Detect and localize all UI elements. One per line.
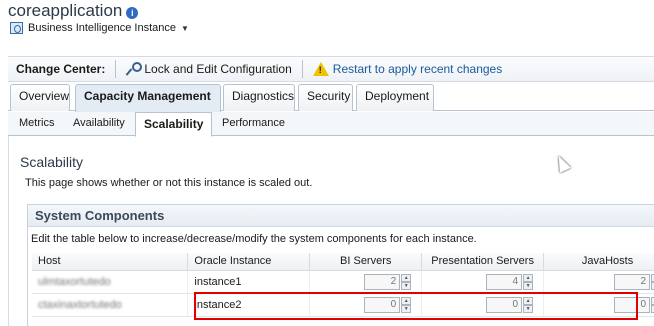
system-components-table: Host Oracle Instance BI Servers Presenta…	[32, 253, 654, 317]
main-tabs: Overview Capacity Management Diagnostics…	[8, 84, 654, 112]
bi-servers-stepper[interactable]: ▲▼	[316, 273, 421, 290]
spin-up-icon[interactable]: ▲	[401, 296, 412, 305]
info-icon[interactable]: i	[126, 6, 139, 19]
warning-icon: !	[312, 62, 329, 76]
subtab-availability[interactable]: Availability	[73, 112, 125, 136]
chevron-down-icon[interactable]: ▼	[181, 24, 189, 33]
restart-link[interactable]: Restart to apply recent changes	[333, 62, 502, 76]
table-header-row: Host Oracle Instance BI Servers Presenta…	[32, 253, 654, 271]
presentation-servers-stepper[interactable]: ▲▼	[428, 296, 543, 313]
bi-servers-stepper[interactable]: ▲▼	[316, 296, 421, 313]
system-components-box: System Components Edit the table below t…	[27, 204, 654, 326]
system-components-title: System Components	[28, 205, 654, 227]
page-title: coreapplication	[8, 1, 123, 20]
spin-up-icon[interactable]: ▲	[523, 296, 534, 305]
javahosts-stepper[interactable]: ▲▼	[550, 296, 654, 313]
presentation-servers-stepper[interactable]: ▲▼	[428, 273, 543, 290]
table-row: ctaxinaxtortutedo instance2 ▲▼ ▲▼ ▲▼	[32, 293, 654, 317]
tab-diagnostics[interactable]: Diagnostics	[223, 84, 295, 111]
lock-and-edit-label: Lock and Edit Configuration	[144, 62, 292, 76]
change-center-bar: Change Center: Lock and Edit Configurati…	[8, 56, 654, 82]
tab-capacity-management[interactable]: Capacity Management	[75, 84, 221, 112]
presentation-servers-input[interactable]	[486, 273, 523, 290]
key-icon	[126, 62, 143, 76]
section-description: This page shows whether or not this inst…	[25, 177, 313, 189]
presentation-servers-input[interactable]	[486, 296, 523, 313]
table-row: ulmtaxortutedo instance1 ▲▼ ▲▼ ▲▼	[32, 270, 654, 294]
page-header: coreapplication i	[8, 0, 139, 22]
bi-servers-input[interactable]	[364, 296, 401, 313]
host-cell: ulmtaxortutedo	[38, 275, 111, 288]
host-cell: ctaxinaxtortutedo	[38, 298, 122, 311]
sub-tabs: Metrics Availability Scalability Perform…	[8, 112, 654, 137]
tab-deployment[interactable]: Deployment	[356, 84, 434, 111]
javahosts-stepper[interactable]: ▲▼	[550, 273, 654, 290]
bi-instance-icon	[10, 22, 23, 34]
lock-and-edit-button[interactable]: Lock and Edit Configuration	[126, 62, 292, 76]
bi-servers-input[interactable]	[364, 273, 401, 290]
javahosts-input[interactable]	[614, 296, 650, 313]
instance-cell: instance2	[187, 293, 311, 317]
spin-down-icon[interactable]: ▼	[523, 304, 534, 313]
subtab-metrics[interactable]: Metrics	[19, 112, 54, 136]
spin-up-icon[interactable]: ▲	[523, 273, 534, 282]
tab-security[interactable]: Security	[298, 84, 353, 111]
javahosts-input[interactable]	[614, 273, 650, 290]
target-menu-label: Business Intelligence Instance	[28, 22, 176, 34]
column-header-presentation-servers[interactable]: Presentation Servers	[421, 253, 545, 271]
target-menu[interactable]: Business Intelligence Instance ▼	[10, 20, 189, 36]
system-components-description: Edit the table below to increase/decreas…	[31, 233, 477, 245]
spin-down-icon[interactable]: ▼	[401, 281, 412, 290]
spin-down-icon[interactable]: ▼	[523, 281, 534, 290]
spin-up-icon[interactable]: ▲	[401, 273, 412, 282]
subtab-performance[interactable]: Performance	[222, 112, 285, 136]
toolbar-divider	[301, 60, 303, 78]
column-header-host[interactable]: Host	[32, 253, 189, 271]
spin-down-icon[interactable]: ▼	[401, 304, 412, 313]
change-center-label: Change Center:	[16, 62, 106, 76]
instance-cell: instance1	[187, 270, 311, 294]
tab-overview[interactable]: Overview	[10, 84, 70, 111]
column-header-bi-servers[interactable]: BI Servers	[309, 253, 423, 271]
column-header-javahosts[interactable]: JavaHosts	[543, 253, 654, 271]
subtab-scalability[interactable]: Scalability	[135, 112, 213, 137]
section-title: Scalability	[20, 154, 84, 170]
column-header-oracle-instance[interactable]: Oracle Instance	[187, 253, 311, 271]
toolbar-divider	[115, 60, 117, 78]
